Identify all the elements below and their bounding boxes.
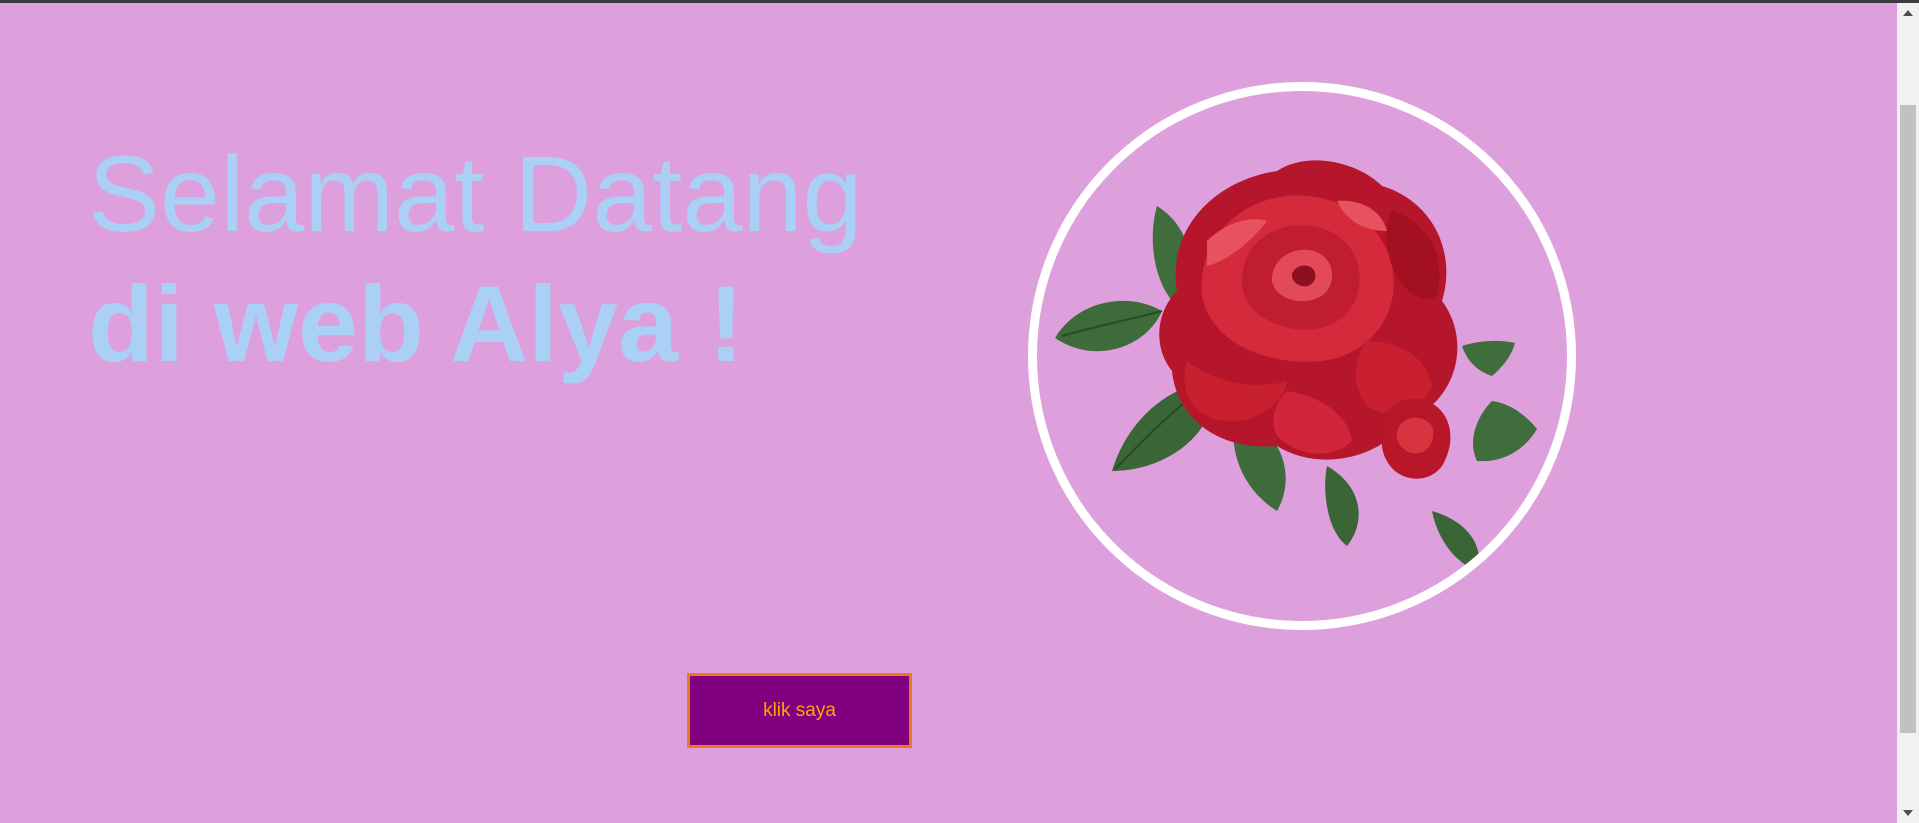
vertical-scrollbar[interactable] [1897,3,1919,823]
rose-image [1055,160,1537,571]
hero-title-line1: Selamat Datang [88,133,863,254]
rose-bud [1381,398,1451,479]
hero-title-line2: di web Alya ! [88,263,745,384]
scroll-down-arrow-icon[interactable] [1897,803,1919,823]
klik-saya-button[interactable]: klik saya [687,673,912,748]
scroll-up-arrow-icon[interactable] [1897,3,1919,23]
rose-image-frame [1028,82,1576,630]
hero-title: Selamat Datang di web Alya ! [88,129,862,389]
page-body: Selamat Datang di web Alya ! klik saya [0,3,1897,823]
scrollbar-thumb[interactable] [1900,105,1916,733]
